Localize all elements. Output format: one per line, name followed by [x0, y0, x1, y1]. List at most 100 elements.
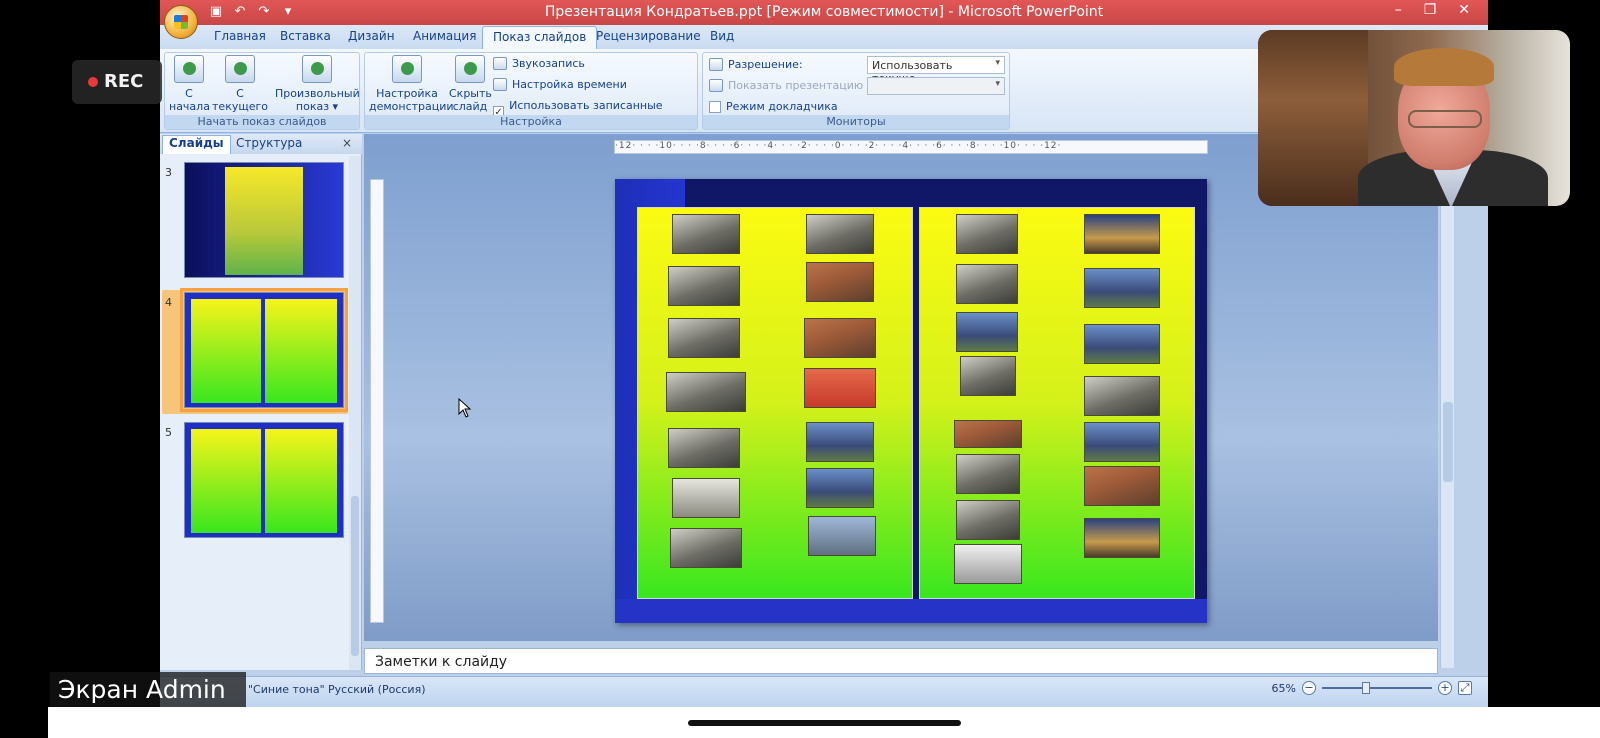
slide-number: 4	[165, 296, 172, 309]
custom-show-button[interactable]: Произвольный показ ▾	[275, 55, 360, 113]
slide-page-right	[919, 207, 1195, 599]
mouse-cursor-icon	[458, 398, 472, 418]
photo	[956, 214, 1018, 254]
tab-insert[interactable]: Вставка	[280, 29, 331, 43]
zoom-control: 65% − + ⤢	[1272, 681, 1472, 695]
screen-share-label: Экран Admin	[50, 672, 246, 708]
home-indicator[interactable]	[688, 720, 961, 726]
tab-review[interactable]: Рецензирование	[596, 29, 701, 43]
photo	[672, 214, 740, 254]
tab-slides[interactable]: Слайды	[162, 135, 231, 154]
group-start-show: Сначала С текущегослайда Произвольныйпок…	[164, 52, 360, 130]
zoom-slider[interactable]	[1322, 682, 1432, 694]
minimize-button[interactable]: –	[1395, 2, 1402, 18]
zoom-out-button[interactable]: −	[1302, 681, 1316, 695]
restore-button[interactable]: ❐	[1424, 2, 1437, 18]
window-title: Презентация Кондратьев.ppt [Режим совмес…	[544, 4, 1104, 20]
setup-show-button[interactable]: Настройка демонстрации	[369, 55, 454, 113]
resolution-dropdown[interactable]: Использовать текуще... ▾	[867, 56, 1005, 85]
slide-number: 3	[165, 166, 172, 179]
scrollbar-thumb[interactable]	[1443, 402, 1453, 482]
photo	[956, 264, 1018, 304]
thumbnail-document	[225, 167, 303, 275]
photo	[956, 500, 1020, 540]
monitor-icon	[709, 79, 723, 92]
tab-outline[interactable]: Структура	[230, 136, 308, 150]
recording-label: REC	[104, 71, 144, 92]
zoom-slider-knob[interactable]	[1362, 682, 1370, 694]
slide-edit-area[interactable]: ·12· · · ·10· · · ·8· · · ·6· · · ·4· · …	[364, 134, 1438, 641]
slide-page-left	[637, 207, 913, 599]
setup-show-label: Настройка демонстрации	[369, 87, 454, 113]
notes-placeholder: Заметки к слайду	[375, 654, 508, 670]
from-start-button[interactable]: Сначала	[169, 55, 210, 113]
record-narration-button[interactable]: Звукозапись	[493, 57, 585, 70]
monitor-icon	[709, 58, 723, 71]
group-setup: Настройка демонстрации Скрыть слайд Звукоз…	[364, 52, 698, 130]
scrollbar-thumb[interactable]	[351, 496, 359, 656]
custom-show-icon	[302, 55, 332, 83]
photo	[804, 318, 876, 358]
vertical-scrollbar[interactable]	[1440, 134, 1454, 668]
slide-thumbnails: 3 4 5	[160, 156, 352, 670]
zoom-level[interactable]: 65%	[1272, 682, 1296, 695]
video-person-glasses	[1408, 110, 1482, 128]
tab-design[interactable]: Дизайн	[348, 29, 395, 43]
tab-view[interactable]: Вид	[710, 29, 734, 43]
photo	[808, 516, 876, 556]
presenter-view-checkbox[interactable]: Режим докладчика	[709, 100, 838, 113]
office-button[interactable]	[164, 5, 198, 39]
close-button[interactable]: ✕	[1458, 2, 1470, 18]
photo	[668, 266, 740, 306]
photo	[670, 528, 742, 568]
tab-home[interactable]: Главная	[214, 29, 266, 43]
window-controls: – ❐ ✕	[1395, 2, 1470, 18]
current-slide[interactable]	[615, 179, 1207, 623]
rehearse-timings-button[interactable]: Настройка времени	[493, 78, 627, 91]
slide-thumbnail-4[interactable]	[180, 288, 348, 412]
checkbox-unchecked[interactable]	[709, 100, 721, 113]
photo	[668, 318, 740, 358]
fit-window-icon[interactable]: ⤢	[1458, 681, 1472, 695]
title-bar: ▣ ↶ ↷ ▾ Презентация Кондратьев.ppt [Режи…	[160, 0, 1488, 25]
hide-slide-button[interactable]: Скрыть слайд	[449, 55, 492, 113]
group-monitors: Разрешение: Использовать текуще... ▾ Пок…	[702, 52, 1010, 130]
thumbnail-page-left	[191, 429, 261, 533]
resolution-row: Разрешение:	[709, 58, 803, 71]
clock-icon	[493, 78, 507, 91]
photo	[668, 428, 740, 468]
photo	[1084, 422, 1160, 462]
zoom-in-button[interactable]: +	[1438, 681, 1452, 695]
photo	[806, 422, 874, 462]
participant-video[interactable]	[1258, 30, 1570, 206]
photo	[804, 368, 876, 408]
show-on-dropdown[interactable]: ▾	[867, 77, 1005, 95]
photo	[1084, 518, 1160, 558]
thumbnail-page-right	[265, 429, 337, 533]
language[interactable]: Русский (Россия)	[328, 683, 426, 696]
photo	[956, 454, 1020, 494]
from-start-label: Сначала	[169, 87, 210, 113]
rehearse-timings-label: Настройка времени	[512, 78, 627, 91]
setup-show-icon	[392, 55, 422, 83]
horizontal-ruler: ·12· · · ·10· · · ·8· · · ·6· · · ·4· · …	[614, 140, 1208, 154]
photo	[806, 214, 874, 254]
close-icon[interactable]: ×	[342, 136, 352, 150]
tab-slide-show[interactable]: Показ слайдов	[482, 26, 598, 49]
recording-badge: REC	[72, 60, 162, 104]
slide-thumbnail-5[interactable]	[184, 422, 344, 538]
slides-panel-scrollbar[interactable]	[349, 156, 361, 670]
video-person-hair	[1394, 48, 1494, 86]
photo	[954, 544, 1022, 584]
slideshow-current-icon	[225, 55, 255, 83]
group-label: Настройка	[365, 115, 697, 129]
tab-animation[interactable]: Анимация	[413, 29, 476, 43]
slide-thumbnail-3[interactable]	[184, 162, 344, 278]
slide-bottom-band	[615, 599, 1207, 623]
custom-show-label: Произвольный показ ▾	[275, 87, 360, 113]
show-on-row: Показать презентацию на:	[709, 79, 884, 92]
record-dot-icon	[88, 77, 98, 87]
notes-pane[interactable]: Заметки к слайду	[364, 648, 1438, 674]
photo	[956, 312, 1018, 352]
vertical-ruler	[370, 179, 384, 623]
